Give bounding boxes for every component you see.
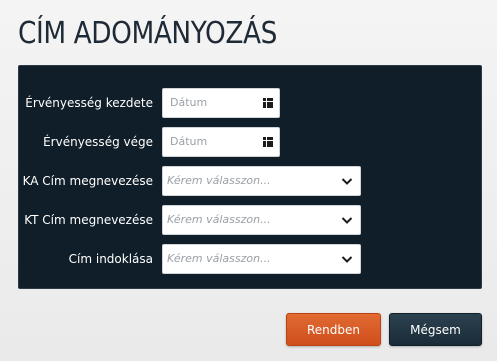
title-award-dialog: CÍM ADOMÁNYOZÁS Érvényesség kezdete Dátu… [0,0,497,361]
kt-title-name-placeholder: Kérem válasszon... [167,213,271,226]
chevron-down-icon[interactable] [341,253,353,265]
kt-title-name-select[interactable]: Kérem válasszon... [162,205,361,235]
kt-title-name-label: KT Cím megnevezése [24,213,153,227]
cancel-button[interactable]: Mégsem [389,313,482,346]
validity-start-label: Érvényesség kezdete [25,96,153,110]
form-row-kt-title-name: KT Cím megnevezése Kérem válasszon... [19,205,481,235]
title-reason-select[interactable]: Kérem válasszon... [162,244,361,274]
form-row-validity-end: Érvényesség vége Dátum [19,127,481,157]
form-panel: Érvényesség kezdete Dátum Érvényesség vé… [18,65,482,289]
title-reason-label: Cím indoklása [68,252,153,266]
calendar-grid-icon[interactable] [263,98,273,108]
ka-title-name-label: KA Cím megnevezése [22,174,153,188]
calendar-grid-icon[interactable] [263,137,273,147]
validity-end-label: Érvényesség vége [43,135,153,149]
chevron-down-icon[interactable] [341,214,353,226]
form-row-ka-title-name: KA Cím megnevezése Kérem válasszon... [19,166,481,196]
form-row-validity-start: Érvényesség kezdete Dátum [19,88,481,118]
title-reason-placeholder: Kérem válasszon... [167,252,271,265]
ka-title-name-select[interactable]: Kérem válasszon... [162,166,361,196]
validity-end-placeholder: Dátum [170,135,208,148]
ok-button[interactable]: Rendben [286,313,381,346]
dialog-title: CÍM ADOMÁNYOZÁS [18,16,277,51]
validity-start-date-input[interactable]: Dátum [162,88,280,118]
ka-title-name-placeholder: Kérem válasszon... [167,174,271,187]
form-row-title-reason: Cím indoklása Kérem válasszon... [19,244,481,274]
validity-start-placeholder: Dátum [170,96,208,109]
chevron-down-icon[interactable] [341,175,353,187]
validity-end-date-input[interactable]: Dátum [162,127,280,157]
